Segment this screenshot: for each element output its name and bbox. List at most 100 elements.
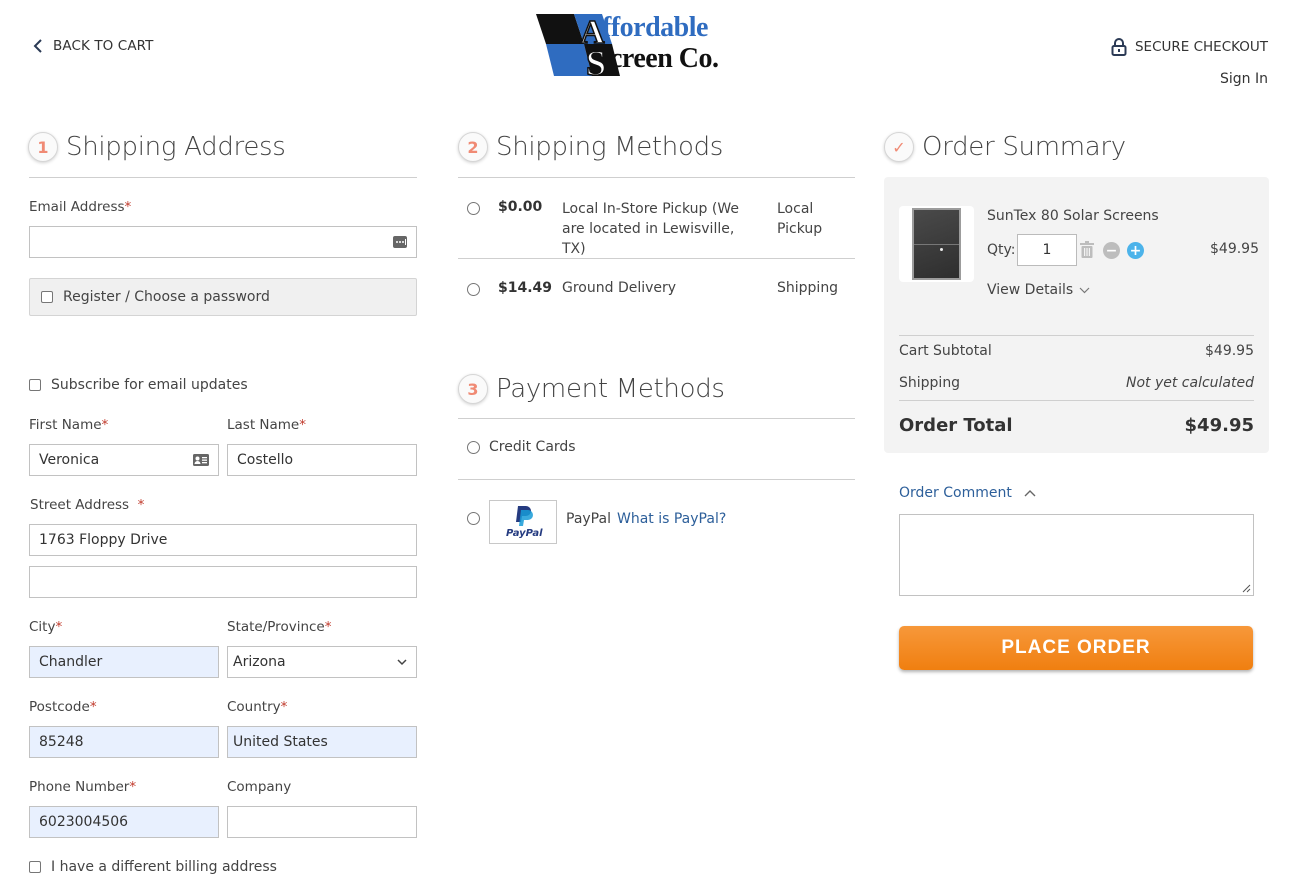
country-select[interactable]: United States [227,726,417,758]
subscribe-option[interactable]: Subscribe for email updates [29,377,248,393]
different-billing-checkbox[interactable] [29,861,41,873]
increase-qty-button[interactable]: + [1127,242,1144,259]
back-to-cart-link[interactable]: BACK TO CART [33,38,154,54]
subscribe-checkbox[interactable] [29,379,41,391]
divider [899,335,1254,336]
company-field[interactable] [227,806,417,838]
phone-label: Phone Number* [29,779,137,795]
trash-icon[interactable] [1080,241,1094,258]
back-to-cart-label: BACK TO CART [53,38,154,54]
logo-text-line2: creen Co. [610,43,719,74]
register-label: Register / Choose a password [63,289,270,305]
shipping-price: $14.49 [498,280,553,296]
payment-option-credit-cards[interactable]: Credit Cards [458,419,855,479]
logo-text-line1: ffordable [602,12,708,43]
order-comment-label: Order Comment [899,485,1012,501]
product-name: SunTex 80 Solar Screens [987,208,1159,224]
different-billing-option[interactable]: I have a different billing address [29,859,277,875]
view-details-label: View Details [987,282,1074,298]
view-details-toggle[interactable]: View Details [987,282,1090,298]
payment-radio-paypal[interactable] [467,512,480,525]
product-thumbnail [899,206,974,282]
street-address-label: Street Address * [30,497,145,513]
shipping-method-name: Ground Delivery [562,280,677,296]
payment-option-paypal[interactable]: PayPal PayPal What is PayPal? [458,480,855,550]
street-line2-field[interactable] [29,566,417,598]
qty-label: Qty: [987,242,1016,258]
shipping-carrier: Local Pickup [777,201,823,237]
shipping-radio-ground[interactable] [467,283,480,296]
shipping-carrier: Shipping [777,280,839,296]
street-line1-value: 1763 Floppy Drive [39,532,168,548]
paypal-logo: PayPal [489,500,557,544]
shipping-methods-title: Shipping Methods [496,132,724,162]
divider [899,400,1254,401]
city-value: Chandler [39,654,103,670]
shipping-address-title: Shipping Address [66,132,286,162]
city-field[interactable]: Chandler [29,646,219,678]
password-manager-icon[interactable] [393,236,407,248]
payment-label-paypal: PayPal [566,511,611,527]
phone-value: 6023004506 [39,814,129,830]
city-label: City* [29,619,63,635]
different-billing-label: I have a different billing address [51,859,277,875]
what-is-paypal-link[interactable]: What is PayPal? [617,511,726,527]
payment-methods-title: Payment Methods [496,374,725,404]
shipping-option-ground[interactable]: $14.49 Ground Delivery Shipping [458,259,855,319]
shipping-price: $0.00 [498,199,543,215]
payment-label-credit-cards: Credit Cards [489,439,576,455]
email-field[interactable] [29,226,417,258]
order-comment-toggle[interactable]: Order Comment [899,485,1036,501]
state-value: Arizona [233,654,286,670]
shipping-methods-heading: 2 Shipping Methods [458,132,723,162]
payment-radio-credit-cards[interactable] [467,441,480,454]
shipping-method-name: Local In-Store Pickup (We are located in… [562,201,739,257]
street-line1-field[interactable]: 1763 Floppy Drive [29,524,417,556]
last-name-field[interactable]: Costello [227,444,417,476]
qty-input[interactable]: 1 [1017,234,1077,266]
secure-checkout: SECURE CHECKOUT [1111,38,1268,56]
qty-value: 1 [1042,242,1052,258]
place-order-button[interactable]: PLACE ORDER [899,626,1253,670]
register-option[interactable]: Register / Choose a password [29,278,417,316]
first-name-field[interactable]: Veronica [29,444,219,476]
chevron-left-icon [33,39,42,53]
divider [29,177,417,178]
paypal-p-icon [516,506,533,526]
chevron-up-icon [1024,490,1036,497]
payment-methods-heading: 3 Payment Methods [458,374,725,404]
phone-field[interactable]: 6023004506 [29,806,219,838]
last-name-label: Last Name* [227,417,306,433]
order-comment-textarea[interactable] [899,514,1254,596]
contact-card-icon[interactable] [193,454,209,466]
postcode-value: 85248 [39,734,84,750]
decrease-qty-button[interactable]: − [1103,242,1120,259]
register-checkbox[interactable] [41,291,53,303]
item-price: $49.95 [1210,241,1259,257]
first-name-label: First Name* [29,417,109,433]
shipping-cost-label: Shipping [899,375,961,391]
plus-icon: + [1129,242,1142,259]
state-select[interactable]: Arizona [227,646,417,678]
shipping-option-pickup[interactable]: $0.00 Local In-Store Pickup (We are loca… [458,178,855,258]
order-total-label: Order Total [899,415,1013,436]
shipping-radio-pickup[interactable] [467,202,480,215]
first-name-value: Veronica [39,452,100,468]
last-name-value: Costello [237,452,294,468]
country-label: Country* [227,699,288,715]
order-summary-heading: ✓ Order Summary [884,132,1126,162]
resize-handle-icon[interactable] [1241,583,1251,593]
secure-checkout-label: SECURE CHECKOUT [1134,39,1268,55]
step-badge-check: ✓ [884,132,914,162]
subtotal-value: $49.95 [1205,343,1254,359]
country-value: United States [233,734,328,750]
sign-in-link[interactable]: Sign In [1220,71,1268,87]
order-summary-title: Order Summary [922,132,1126,162]
order-total-value: $49.95 [1184,415,1254,436]
minus-icon: − [1105,242,1118,259]
company-label: Company [227,779,292,795]
postcode-field[interactable]: 85248 [29,726,219,758]
logo[interactable]: A S ffordable creen Co. [536,10,732,84]
state-label: State/Province* [227,619,332,635]
svg-text:S: S [586,43,606,80]
